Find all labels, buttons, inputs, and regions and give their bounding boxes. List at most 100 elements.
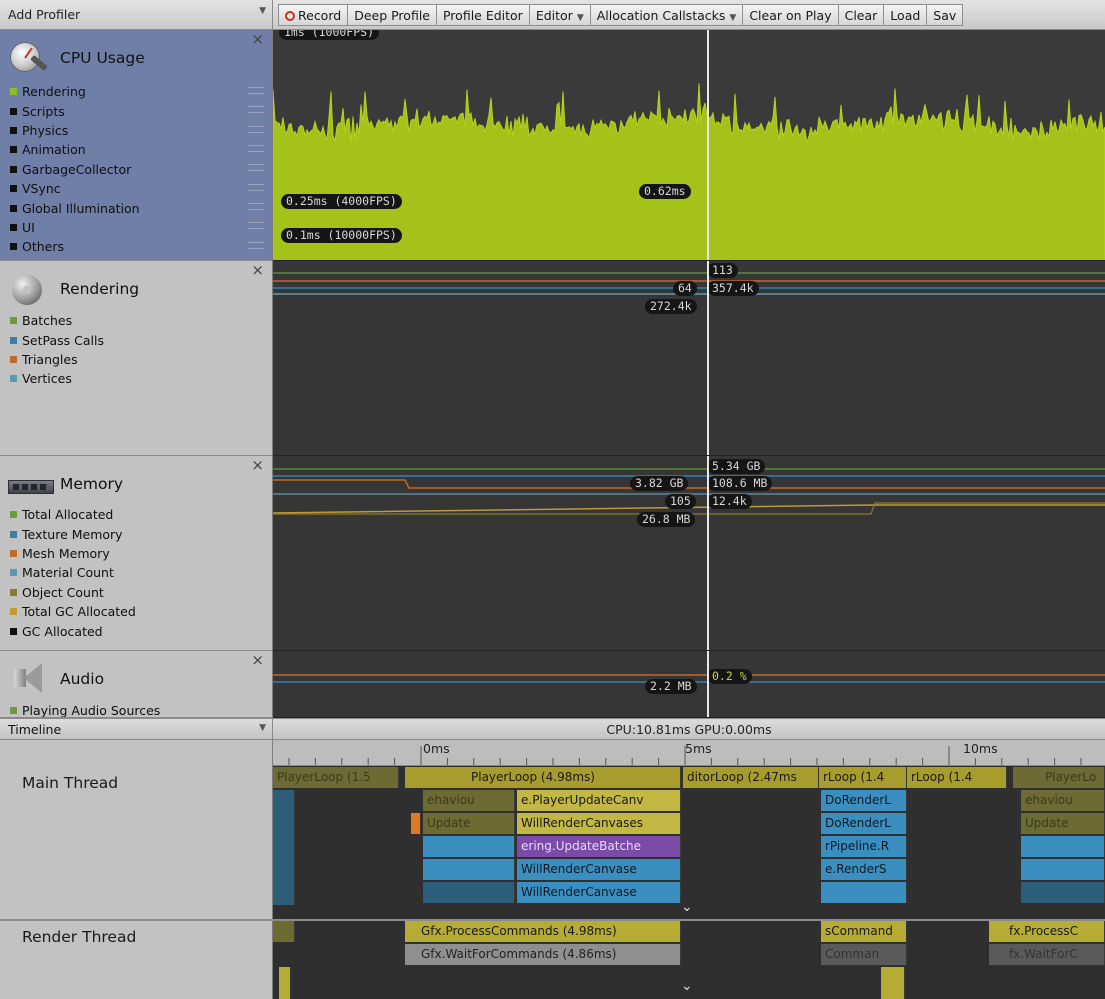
drag-handle-icon[interactable]: [248, 203, 264, 210]
sample-block[interactable]: ehaviou: [423, 790, 515, 811]
close-icon[interactable]: ×: [251, 458, 264, 473]
sample-block[interactable]: [273, 921, 295, 942]
legend-item-rendering[interactable]: Rendering: [10, 82, 140, 101]
sample-block[interactable]: Gfx.WaitForCommands (4.86ms): [405, 944, 681, 965]
drag-handle-icon[interactable]: [248, 184, 264, 191]
sample-block[interactable]: WillRenderCanvases: [517, 813, 681, 834]
load-button[interactable]: Load: [884, 4, 928, 26]
time-ruler[interactable]: 0ms 5ms 10ms: [273, 740, 1105, 766]
sample-block[interactable]: [423, 859, 515, 880]
sample-block[interactable]: [1021, 836, 1105, 857]
sample-block[interactable]: [821, 882, 907, 903]
audio-module[interactable]: Audio × Playing Audio Sources: [0, 651, 273, 718]
memory-chart[interactable]: 5.34 GB 3.82 GB 108.6 MB 105 12.4k 26.8 …: [273, 456, 1105, 651]
drag-handle-icon[interactable]: [248, 106, 264, 113]
legend-item-garbage-collector[interactable]: GarbageCollector: [10, 160, 140, 179]
allocation-callstacks-dropdown[interactable]: Allocation Callstacks ▼: [590, 4, 744, 26]
sample-block[interactable]: rLoop (1.4: [907, 767, 1007, 788]
sample-block[interactable]: [1021, 859, 1105, 880]
frame-cursor[interactable]: [707, 30, 709, 260]
thread-render[interactable]: Render Thread: [22, 928, 136, 946]
audio-chart[interactable]: 2.2 MB 0.2 %: [273, 651, 1105, 718]
sample-block[interactable]: ehaviou: [1021, 790, 1105, 811]
drag-handle-icon[interactable]: [248, 145, 264, 152]
close-icon[interactable]: ×: [251, 653, 264, 668]
legend-item-ui[interactable]: UI: [10, 218, 140, 237]
sample-block[interactable]: [1021, 882, 1105, 903]
expand-chevron-icon[interactable]: ⌄: [681, 899, 693, 915]
add-profiler-dropdown[interactable]: Add Profiler ▼: [0, 0, 273, 30]
sample-block[interactable]: WillRenderCanvase: [517, 882, 681, 903]
sample-block[interactable]: ditorLoop (2.47ms: [683, 767, 819, 788]
cpu-usage-module[interactable]: CPU Usage × Rendering Scripts Physics An…: [0, 30, 273, 261]
sample-block[interactable]: e.PlayerUpdateCanv: [517, 790, 681, 811]
sample-block[interactable]: rLoop (1.4: [819, 767, 907, 788]
legend-item-playing-audio-sources[interactable]: Playing Audio Sources: [10, 701, 160, 717]
sample-block[interactable]: Update: [423, 813, 515, 834]
sample-block[interactable]: DoRenderL: [821, 790, 907, 811]
profile-editor-button[interactable]: Profile Editor: [436, 4, 530, 26]
legend-item-triangles[interactable]: Triangles: [10, 350, 104, 369]
legend-item-mesh-memory[interactable]: Mesh Memory: [10, 544, 136, 563]
legend-item-texture-memory[interactable]: Texture Memory: [10, 524, 136, 543]
legend-item-setpass-calls[interactable]: SetPass Calls: [10, 330, 104, 349]
drag-handle-icon[interactable]: [248, 164, 264, 171]
legend-item-gc-allocated[interactable]: GC Allocated: [10, 621, 136, 640]
sample-block[interactable]: WillRenderCanvase: [517, 859, 681, 880]
expand-chevron-icon[interactable]: ⌄: [681, 978, 693, 994]
cpu-usage-chart[interactable]: 1ms (1000FPS) 0.25ms (4000FPS) 0.1ms (10…: [273, 30, 1105, 261]
timeline-view[interactable]: PlayerLoop (1.5 PlayerLoop (4.98ms) dito…: [273, 767, 1105, 999]
sample-block[interactable]: PlayerLoop (4.98ms): [405, 767, 681, 788]
sample-block[interactable]: ering.UpdateBatche: [517, 836, 681, 857]
clear-button[interactable]: Clear: [838, 4, 885, 26]
drag-handle-icon[interactable]: [248, 242, 264, 249]
sample-block[interactable]: [279, 967, 291, 999]
save-button[interactable]: Sav: [927, 4, 964, 26]
drag-handle-icon[interactable]: [248, 87, 264, 94]
drag-handle-icon[interactable]: [248, 222, 264, 229]
sample-block[interactable]: Gfx.ProcessCommands (4.98ms): [405, 921, 681, 942]
rendering-module[interactable]: Rendering × Batches SetPass Calls Triang…: [0, 261, 273, 456]
sample-block[interactable]: Update: [1021, 813, 1105, 834]
sample-block[interactable]: PlayerLoop (1.5: [273, 767, 399, 788]
legend-item-vsync[interactable]: VSync: [10, 179, 140, 198]
clear-on-play-button[interactable]: Clear on Play: [743, 4, 839, 26]
sample-block[interactable]: [273, 790, 295, 905]
legend-item-global-illumination[interactable]: Global Illumination: [10, 198, 140, 217]
frame-cursor[interactable]: [707, 651, 709, 717]
legend-item-vertices[interactable]: Vertices: [10, 369, 104, 388]
legend-item-material-count[interactable]: Material Count: [10, 563, 136, 582]
drag-handle-icon[interactable]: [248, 126, 264, 133]
legend-item-physics[interactable]: Physics: [10, 121, 140, 140]
sample-block[interactable]: DoRenderL: [821, 813, 907, 834]
legend-item-animation[interactable]: Animation: [10, 140, 140, 159]
sample-block[interactable]: [423, 836, 515, 857]
sample-block[interactable]: [881, 967, 905, 999]
legend-item-scripts[interactable]: Scripts: [10, 101, 140, 120]
sample-block[interactable]: sCommand: [821, 921, 907, 942]
sample-block[interactable]: rPipeline.R: [821, 836, 907, 857]
legend-item-total-gc-allocated[interactable]: Total GC Allocated: [10, 602, 136, 621]
sample-block[interactable]: Comman: [821, 944, 907, 965]
sample-block[interactable]: fx.ProcessC: [989, 921, 1105, 942]
rendering-chart[interactable]: 113 64 357.4k 272.4k: [273, 261, 1105, 456]
record-button[interactable]: Record: [278, 4, 349, 26]
sample-block[interactable]: fx.WaitForC: [989, 944, 1105, 965]
frame-cursor[interactable]: [707, 456, 709, 650]
close-icon[interactable]: ×: [251, 263, 264, 278]
sample-block[interactable]: [423, 882, 515, 903]
legend-item-object-count[interactable]: Object Count: [10, 583, 136, 602]
sample-block[interactable]: e.RenderS: [821, 859, 907, 880]
view-mode-dropdown[interactable]: Timeline ▼: [0, 719, 273, 740]
memory-module[interactable]: Memory × Total Allocated Texture Memory …: [0, 456, 273, 651]
legend-item-batches[interactable]: Batches: [10, 311, 104, 330]
close-icon[interactable]: ×: [251, 32, 264, 47]
editor-dropdown[interactable]: Editor ▼: [529, 4, 591, 26]
thread-main[interactable]: Main Thread: [22, 774, 118, 792]
deep-profile-button[interactable]: Deep Profile: [348, 4, 437, 26]
legend-item-others[interactable]: Others: [10, 237, 140, 256]
sample-block[interactable]: PlayerLo: [1013, 767, 1105, 788]
sample-block[interactable]: [411, 813, 421, 834]
legend-item-total-allocated[interactable]: Total Allocated: [10, 505, 136, 524]
frame-cursor[interactable]: [707, 261, 709, 455]
